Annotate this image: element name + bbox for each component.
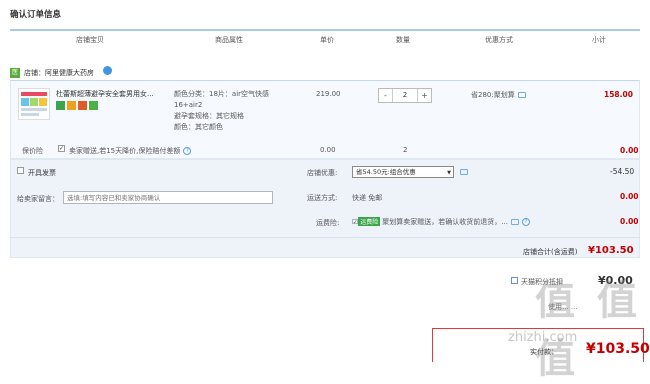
promo-method: 省280:聚划算 <box>471 90 526 100</box>
wangwang-chat-icon[interactable] <box>103 66 112 75</box>
seven-day-return-icon <box>56 101 65 110</box>
shipping-method: 快递 免邮 <box>352 194 383 202</box>
col-store-item: 店铺宝贝 <box>76 36 104 44</box>
freight-ins-desc: ☑ 运费险 聚划算卖家赠送，若确认收货前退货，...? <box>352 217 530 227</box>
item-subtotal: 158.00 <box>604 90 633 99</box>
shipping-price: 0.00 <box>620 192 639 201</box>
promo-text: 省280:聚划算 <box>471 91 515 99</box>
divider <box>10 237 640 238</box>
col-attributes: 商品属性 <box>215 36 243 44</box>
watermark-text: zhizhi.com <box>508 330 578 345</box>
insurance-total: 0.00 <box>620 146 639 155</box>
insurance-desc: 卖家赠送,若15天降价,保险赔付差额? <box>69 146 192 156</box>
insurance-text: 卖家赠送,若15天降价,保险赔付差额 <box>69 147 181 155</box>
store-discount-value: 省54.50元:组合优惠 <box>356 168 416 176</box>
unit-price: 219.00 <box>316 90 341 98</box>
freight-ins-label: 运费险: <box>316 219 340 227</box>
store-total-value: ¥103.50 <box>588 245 634 256</box>
product-attributes: 颜色分类：18片：air空气快感16+air2 避孕套规格：其它规格 颜色：其它… <box>174 89 294 133</box>
quantity-stepper: - 2 + <box>378 88 432 103</box>
watermark-logo: 值 值 值 <box>535 278 641 382</box>
invoice-label: 开具发票 <box>28 169 56 177</box>
product-name-link[interactable]: 杜蕾斯超薄避孕安全套男用女... <box>56 89 170 99</box>
discount-chat-icon[interactable] <box>460 169 468 175</box>
qty-plus-button[interactable]: + <box>417 89 431 102</box>
chevron-down-icon: ▼ <box>447 170 451 176</box>
store-discount-amount: -54.50 <box>610 167 635 176</box>
col-price: 单价 <box>320 36 334 44</box>
attr-spec: 避孕套规格：其它规格 <box>174 112 244 120</box>
freight-ins-price: 0.00 <box>620 217 639 226</box>
store-discount-label: 店铺优惠: <box>307 169 338 177</box>
insurance-checkbox[interactable]: ✓ <box>58 145 65 152</box>
table-header: 店铺宝贝 商品属性 单价 数量 优惠方式 小计 <box>10 29 640 46</box>
attr-color2: 颜色：其它颜色 <box>174 123 223 131</box>
tmall-points-checkbox[interactable] <box>511 277 518 284</box>
message-label: 给卖家留言： <box>17 195 59 203</box>
store-total-label: 店铺合计(含运费) <box>523 248 578 256</box>
col-subtotal: 小计 <box>592 36 606 44</box>
qty-input[interactable]: 2 <box>393 89 417 102</box>
col-quantity: 数量 <box>396 36 410 44</box>
message-input[interactable] <box>63 191 273 204</box>
store-name-link[interactable]: 店铺：阿里健康大药房 <box>24 68 94 78</box>
promo-chat-icon[interactable] <box>517 92 526 98</box>
qty-minus-button[interactable]: - <box>379 89 393 102</box>
freight-ins-text: 聚划算卖家赠送，若确认收货前退货，... <box>382 218 508 226</box>
insurance-label: 保价险 <box>22 147 43 155</box>
page-title: 确认订单信息 <box>10 10 62 20</box>
shipping-label: 运送方式: <box>307 194 338 202</box>
freight-ins-tag: 运费险 <box>358 217 381 226</box>
help-icon[interactable]: ? <box>183 147 192 155</box>
store-discount-select[interactable]: 省54.50元:组合优惠 ▼ <box>352 166 454 178</box>
col-discount: 优惠方式 <box>485 36 513 44</box>
freight-help-icon[interactable]: ? <box>521 218 530 226</box>
insurance-qty: 2 <box>403 146 408 154</box>
card-payment-icon <box>78 101 87 110</box>
invoice-checkbox[interactable] <box>17 167 24 174</box>
guarantee-icon <box>67 101 76 110</box>
authentic-icon <box>89 101 98 110</box>
service-badges <box>56 101 100 110</box>
freight-chat-icon[interactable] <box>510 219 519 225</box>
attr-color: 颜色分类：18片：air空气快感16+air2 <box>174 90 270 109</box>
product-thumbnail[interactable] <box>18 88 50 120</box>
insurance-price: 0.00 <box>320 146 336 154</box>
store-type-badge: 医 <box>10 68 20 78</box>
